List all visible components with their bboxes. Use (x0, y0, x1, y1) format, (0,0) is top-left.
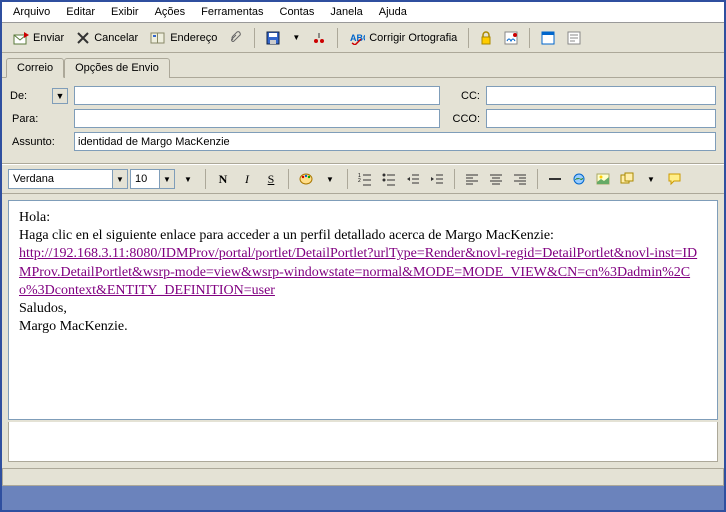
menu-bar: Arquivo Editar Exibir Ações Ferramentas … (2, 2, 724, 23)
body-signature: Margo MacKenzie. (19, 318, 707, 336)
menu-arquivo[interactable]: Arquivo (6, 4, 57, 20)
font-color-button[interactable] (295, 168, 317, 190)
html-view-button[interactable] (536, 29, 560, 47)
insert-object-button[interactable] (616, 168, 638, 190)
bcc-input[interactable] (486, 109, 716, 128)
font-size-caret[interactable]: ▼ (177, 168, 199, 190)
cc-label: CC: (446, 90, 480, 102)
plaintext-icon (567, 31, 581, 45)
insert-link-button[interactable] (568, 168, 590, 190)
send-icon (13, 30, 29, 46)
font-family-select[interactable]: Verdana ▼ (8, 169, 128, 189)
html-icon (541, 31, 555, 45)
sign-button[interactable] (499, 29, 523, 47)
message-body-editor[interactable]: Hola: Haga clic en el siguiente enlace p… (8, 200, 718, 420)
svg-text:2: 2 (358, 178, 361, 184)
palette-icon (299, 172, 313, 186)
menu-editar[interactable]: Editar (59, 4, 102, 20)
menu-janela[interactable]: Janela (323, 4, 369, 20)
to-label: Para: (10, 113, 68, 125)
editor-container: Hola: Haga clic en el siguiente enlace p… (2, 194, 724, 422)
tab-correio[interactable]: Correio (6, 58, 64, 78)
plain-view-button[interactable] (562, 29, 586, 47)
body-intro: Haga clic en el siguiente enlace para ac… (19, 227, 707, 245)
indent-button[interactable] (426, 168, 448, 190)
lock-icon (480, 31, 492, 45)
header-fields: De: ▼ CC: Para: CCO: Assunto: (2, 78, 724, 164)
save-dropdown[interactable]: ▼ (287, 31, 305, 44)
attach-button[interactable] (224, 29, 248, 47)
body-signoff: Saludos, (19, 300, 707, 318)
body-greeting: Hola: (19, 209, 707, 227)
bcc-label: CCO: (446, 113, 480, 125)
from-label: De: (10, 90, 52, 102)
floppy-icon (266, 31, 280, 45)
status-bar (2, 468, 724, 486)
bold-button[interactable]: N (212, 168, 234, 190)
paperclip-icon (229, 31, 243, 45)
address-book-icon (150, 31, 166, 45)
tabs-row: Correio Opções de Envio (2, 53, 724, 78)
underline-button[interactable]: S (260, 168, 282, 190)
encrypt-button[interactable] (475, 29, 497, 47)
menu-ferramentas[interactable]: Ferramentas (194, 4, 270, 20)
from-input[interactable] (74, 86, 440, 105)
object-caret[interactable]: ▼ (640, 168, 662, 190)
tab-opcoes[interactable]: Opções de Envio (64, 58, 170, 78)
insert-image-button[interactable] (592, 168, 614, 190)
font-size-select[interactable]: 10 ▼ (130, 169, 175, 189)
menu-ajuda[interactable]: Ajuda (372, 4, 414, 20)
numbered-list-button[interactable]: 12 (354, 168, 376, 190)
color-caret[interactable]: ▼ (319, 168, 341, 190)
align-left-button[interactable] (461, 168, 483, 190)
spellcheck-button[interactable]: ABC Corrigir Ortografia (344, 29, 462, 47)
speech-icon (668, 172, 682, 186)
subject-input[interactable] (74, 132, 716, 151)
subject-label: Assunto: (10, 136, 68, 148)
send-button[interactable]: Enviar (8, 28, 69, 48)
image-icon (596, 172, 610, 186)
signature-icon (504, 31, 518, 45)
body-link[interactable]: http://192.168.3.11:8080/IDMProv/portal/… (19, 246, 697, 297)
to-input[interactable] (74, 109, 440, 128)
globe-link-icon (572, 172, 586, 186)
insert-rule-button[interactable] (544, 168, 566, 190)
cancel-icon (76, 31, 90, 45)
align-center-button[interactable] (485, 168, 507, 190)
insert-symbol-button[interactable] (664, 168, 686, 190)
menu-contas[interactable]: Contas (273, 4, 322, 20)
priority-button[interactable] (307, 29, 331, 47)
attachment-pane[interactable] (8, 422, 718, 462)
main-toolbar: Enviar Cancelar Endereço ▼ ABC Corrigir … (2, 23, 724, 53)
spellcheck-icon: ABC (349, 31, 365, 45)
bullet-list-button[interactable] (378, 168, 400, 190)
menu-exibir[interactable]: Exibir (104, 4, 146, 20)
italic-button[interactable]: I (236, 168, 258, 190)
menu-acoes[interactable]: Ações (148, 4, 193, 20)
outdent-button[interactable] (402, 168, 424, 190)
cancel-button[interactable]: Cancelar (71, 29, 143, 47)
object-icon (620, 172, 634, 186)
save-button[interactable] (261, 29, 285, 47)
address-button[interactable]: Endereço (145, 29, 222, 47)
cc-input[interactable] (486, 86, 716, 105)
from-picker[interactable]: ▼ (52, 88, 68, 104)
priority-icon (312, 31, 326, 45)
format-toolbar: Verdana ▼ 10 ▼ ▼ N I S ▼ 12 ▼ (2, 164, 724, 194)
align-right-button[interactable] (509, 168, 531, 190)
